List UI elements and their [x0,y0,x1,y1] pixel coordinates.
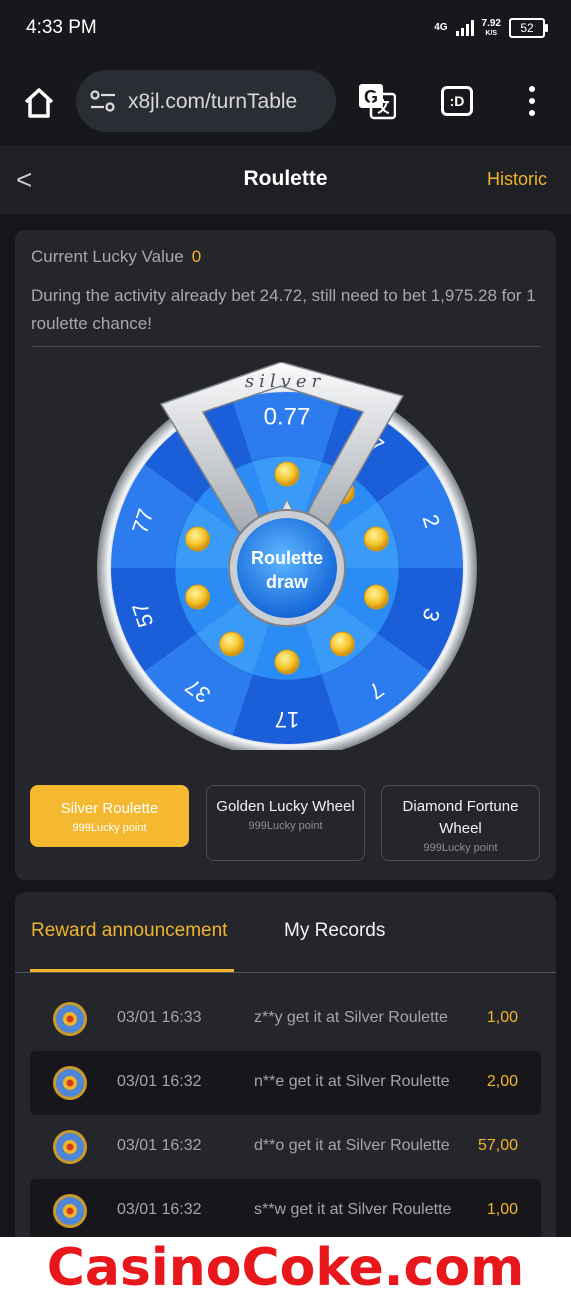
record-value: 1,00 [486,1009,518,1026]
tab-my-records[interactable]: My Records [284,920,385,942]
divider [31,346,541,347]
speed-unit: K/S [485,29,498,37]
announcement-tabs: Reward announcement My Records [15,892,556,973]
segment-label: 17 [275,707,299,732]
active-tab-indicator [30,969,234,972]
roulette-type-tabs: Silver Roulette 999Lucky point Golden Lu… [30,785,541,863]
coin-icon [329,631,355,657]
browser-toolbar: x8jl.com/turnTable G :D [0,58,571,147]
lucky-value-label: Current Lucky Value [31,247,184,266]
address-bar[interactable]: x8jl.com/turnTable [76,70,336,132]
list-item: 03/01 16:32 d**o get it at Silver Roulett… [30,1115,541,1179]
lucky-value: 0 [191,247,202,266]
coin-icon [363,526,389,552]
coin-icon [185,584,211,610]
tab-points: 999Lucky point [72,822,147,834]
watermark-banner: CasinoCoke.com [0,1237,571,1300]
tab-diamond-fortune-wheel[interactable]: Diamond Fortune Wheel 999Lucky point [381,785,540,861]
prize-coin-icon [53,1194,87,1228]
list-item: 03/01 16:32 s**w get it at Silver Roulett… [30,1179,541,1237]
tab-points: 999Lucky point [423,842,498,854]
more-menu-icon[interactable] [528,86,536,118]
tab-silver-roulette[interactable]: Silver Roulette 999Lucky point [30,785,189,847]
record-time: 03/01 16:32 [117,1201,202,1218]
tab-points: 999Lucky point [248,820,323,832]
record-message: d**o get it at Silver Roulette [254,1137,450,1154]
signal-icon [455,20,474,36]
coin-icon [185,526,211,552]
record-message: z**y get it at Silver Roulette [254,1009,448,1026]
page-title: Roulette [243,167,328,190]
tab-name: Golden Lucky Wheel [216,798,355,815]
page-header: < Roulette Historic [0,147,571,214]
tab-name: Diamond Fortune Wheel [402,798,519,837]
record-time: 03/01 16:33 [117,1009,202,1026]
coin-icon [274,461,300,487]
status-time: 4:33 PM [26,17,97,38]
roulette-card: Current Lucky Value 0 During the activity… [15,230,556,880]
list-item: 03/01 16:32 n**e get it at Silver Roulett… [30,1051,541,1115]
list-item: 03/01 16:33 z**y get it at Silver Roulett… [30,987,541,1051]
segment-label: 0.77 [264,403,311,430]
draw-button-line1[interactable]: Roulette [251,548,323,568]
coin-icon [274,649,300,675]
network-speed: 7.92 K/S [481,17,501,38]
record-time: 03/01 16:32 [117,1137,202,1154]
record-message: n**e get it at Silver Roulette [254,1073,450,1090]
tab-reward-announcement[interactable]: Reward announcement [31,920,227,942]
record-value: 57,00 [477,1137,518,1154]
roulette-wheel[interactable]: 0.7772371737577717 silver Roulette draw [93,362,481,750]
tab-name: Silver Roulette [60,800,159,817]
draw-button[interactable] [237,518,337,618]
lucky-value-row: Current Lucky Value 0 [31,247,201,267]
watermark-text: CasinoCoke.com [46,1238,525,1298]
coin-icon [363,584,389,610]
historic-link[interactable]: Historic [487,169,547,190]
home-icon[interactable] [22,86,56,120]
prize-coin-icon [53,1066,87,1100]
site-settings-icon[interactable] [90,90,116,112]
translate-icon[interactable]: G [358,82,396,120]
draw-button-line2[interactable]: draw [266,572,309,592]
coin-icon [219,631,245,657]
status-bar: 4:33 PM 4G 7.92 K/S 52 [0,0,571,58]
url-text: x8jl.com/turnTable [128,90,298,113]
battery-icon: 52 [509,18,548,38]
speed-value: 7.92 [481,17,501,29]
announcement-panel: Reward announcement My Records 03/01 16:… [15,892,556,1237]
tab-golden-lucky-wheel[interactable]: Golden Lucky Wheel 999Lucky point [206,785,365,861]
record-value: 2,00 [486,1073,518,1090]
network-type: 4G [434,22,448,33]
bet-requirement-text: During the activity already bet 24.72, s… [31,286,536,333]
wheel-brand-label: silver [245,371,325,392]
status-icons: 4G 7.92 K/S 52 [434,17,548,38]
desktop-mode-icon[interactable]: :D [441,86,473,116]
record-time: 03/01 16:32 [117,1073,202,1090]
record-message: s**w get it at Silver Roulette [254,1201,452,1218]
record-value: 1,00 [486,1201,518,1218]
prize-coin-icon [53,1002,87,1036]
prize-coin-icon [53,1130,87,1164]
